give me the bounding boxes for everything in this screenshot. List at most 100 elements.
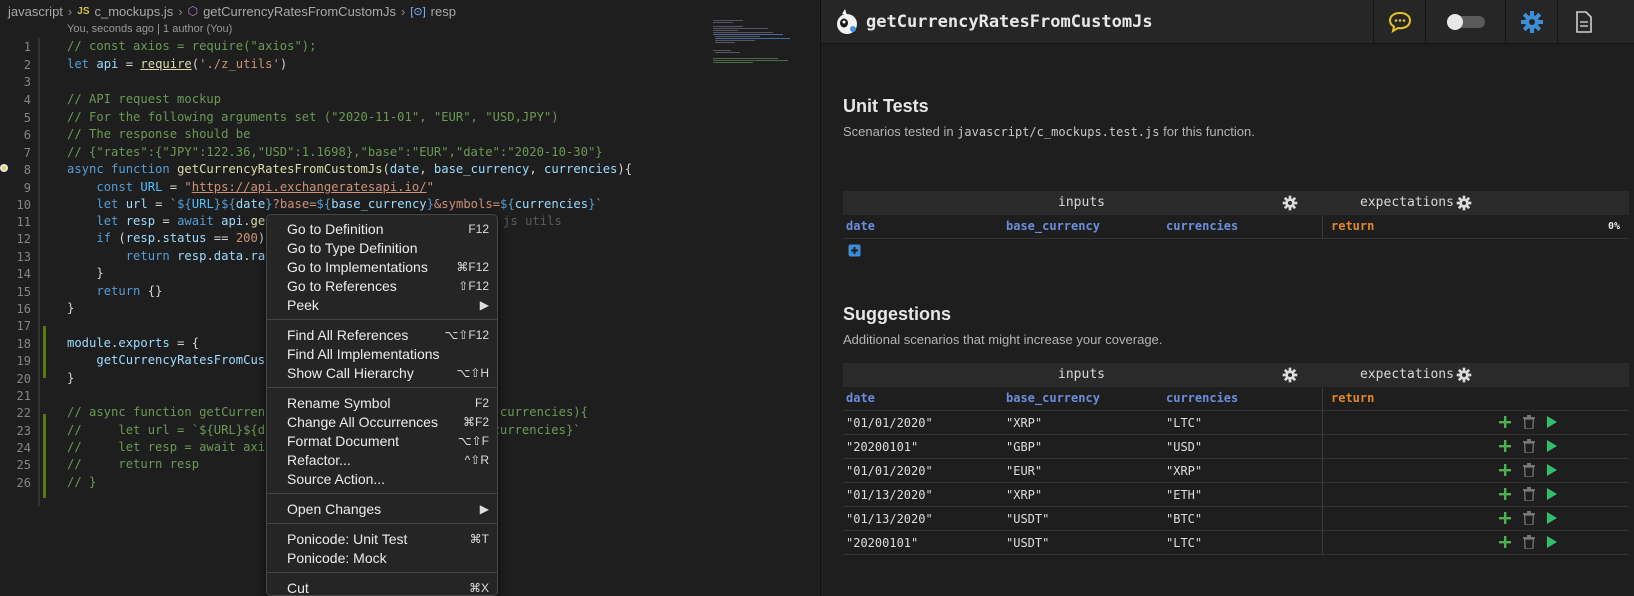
menu-item-rename-symbol[interactable]: Rename Symbol F2: [267, 393, 497, 412]
cell-date[interactable]: "01/01/2020": [846, 416, 933, 430]
code-line-5[interactable]: // For the following arguments set ("202…: [67, 110, 559, 124]
column-headers: date base_currency currencies return 0%: [843, 215, 1629, 239]
menu-item-source-action[interactable]: Source Action...: [267, 469, 497, 488]
code-line-12[interactable]: if (resp.status == 200){: [67, 231, 272, 245]
codelens-git-blame[interactable]: You, seconds ago | 1 author (You): [67, 23, 232, 35]
add-scenario-icon[interactable]: [1498, 463, 1512, 477]
cell-date[interactable]: "01/13/2020": [846, 488, 933, 502]
panel-title: getCurrencyRatesFromCustomJs: [866, 11, 1153, 32]
menu-item-open-changes[interactable]: Open Changes ▶: [267, 499, 497, 518]
cell-currencies[interactable]: "XRP": [1166, 464, 1202, 478]
menu-item-go-to-type-definition[interactable]: Go to Type Definition: [267, 238, 497, 257]
cell-date[interactable]: "20200101": [846, 536, 918, 550]
cell-base-currency[interactable]: "EUR": [1006, 464, 1042, 478]
add-scenario-icon[interactable]: [1498, 487, 1512, 501]
menu-item-go-to-definition[interactable]: Go to Definition F12: [267, 219, 497, 238]
add-scenario-icon[interactable]: [1498, 439, 1512, 453]
code-line-10[interactable]: let url = `${URL}${date}?base=${base_cur…: [67, 197, 602, 211]
suggestions-table: inputs expectations date base_currency c…: [843, 363, 1629, 555]
cell-base-currency[interactable]: "GBP": [1006, 440, 1042, 454]
add-scenario-icon[interactable]: [1498, 511, 1512, 525]
menu-item-format-document[interactable]: Format Document ⌥⇧F: [267, 431, 497, 450]
menu-item-peek[interactable]: Peek ▶: [267, 295, 497, 314]
menu-item-ponicode-mock[interactable]: Ponicode: Mock: [267, 548, 497, 567]
menu-item-refactor[interactable]: Refactor... ^⇧R: [267, 450, 497, 469]
code-line-19[interactable]: getCurrencyRatesFromCust: [67, 353, 272, 367]
chat-bubble-icon: [1388, 11, 1411, 33]
cell-currencies[interactable]: "LTC": [1166, 416, 1202, 430]
gear-icon[interactable]: [1456, 195, 1472, 211]
menu-item-show-call-hierarchy[interactable]: Show Call Hierarchy ⌥⇧H: [267, 363, 497, 382]
test-file-path[interactable]: javascript/c_mockups.test.js: [957, 125, 1159, 139]
trash-icon[interactable]: [1523, 511, 1535, 525]
trash-icon[interactable]: [1523, 535, 1535, 549]
menu-item-ponicode-unit-test[interactable]: Ponicode: Unit Test ⌘T: [267, 529, 497, 548]
cell-date[interactable]: "20200101": [846, 440, 918, 454]
cell-currencies[interactable]: "ETH": [1166, 488, 1202, 502]
menu-item-go-to-implementations[interactable]: Go to Implementations ⌘F12: [267, 257, 497, 276]
gear-icon[interactable]: [1456, 367, 1472, 383]
code-line-13[interactable]: return resp.data.rat: [67, 249, 273, 263]
gear-icon[interactable]: [1282, 367, 1298, 383]
add-scenario-icon[interactable]: [1498, 535, 1512, 549]
code-line-20[interactable]: }: [67, 371, 74, 385]
play-icon[interactable]: [1546, 463, 1558, 477]
cell-base-currency[interactable]: "USDT": [1006, 536, 1049, 550]
play-icon[interactable]: [1546, 487, 1558, 501]
code-line-15[interactable]: return {}: [67, 284, 162, 298]
line-number: 14: [16, 267, 31, 281]
menu-item-change-all-occurrences[interactable]: Change All Occurrences ⌘F2: [267, 412, 497, 431]
breadcrumb-folder[interactable]: javascript: [8, 4, 63, 19]
ponicode-gutter-icon[interactable]: [0, 160, 10, 174]
trash-icon[interactable]: [1523, 439, 1535, 453]
cell-base-currency[interactable]: "XRP": [1006, 416, 1042, 430]
cell-currencies[interactable]: "LTC": [1166, 536, 1202, 550]
code-line-26[interactable]: // }: [67, 475, 96, 489]
code-line-25[interactable]: // return resp: [67, 457, 199, 471]
breadcrumb-variable[interactable]: resp: [431, 4, 456, 19]
code-line-8[interactable]: async function getCurrencyRatesFromCusto…: [67, 162, 632, 176]
code-line-4[interactable]: // API request mockup: [67, 92, 221, 106]
code-line-2[interactable]: let api = require('./z_utils'): [67, 57, 287, 71]
code-line-18[interactable]: module.exports = {: [67, 336, 199, 350]
code-line-14[interactable]: }: [67, 266, 103, 280]
code-line-24[interactable]: // let resp = await axio: [67, 440, 272, 454]
menu-item-cut[interactable]: Cut ⌘X: [267, 578, 497, 596]
trash-icon[interactable]: [1523, 487, 1535, 501]
mode-toggle[interactable]: [1425, 0, 1505, 44]
code-line-16[interactable]: }: [67, 301, 74, 315]
cell-date[interactable]: "01/01/2020": [846, 464, 933, 478]
code-editor[interactable]: javascript › JS c_mockups.js › ⬡ getCurr…: [0, 0, 805, 596]
menu-item-go-to-references[interactable]: Go to References ⇧F12: [267, 276, 497, 295]
document-icon: [1575, 11, 1592, 33]
add-scenario-icon[interactable]: [1498, 415, 1512, 429]
menu-item-label: Find All References: [287, 326, 409, 343]
minimap[interactable]: [713, 18, 798, 78]
code-line-11[interactable]: let resp = await api.get: [67, 214, 272, 228]
play-icon[interactable]: [1546, 511, 1558, 525]
play-icon[interactable]: [1546, 415, 1558, 429]
code-line-9[interactable]: const URL = "https://api.exchangeratesap…: [67, 180, 434, 194]
trash-icon[interactable]: [1523, 463, 1535, 477]
line-number: 4: [23, 93, 31, 107]
code-line-1[interactable]: // const axios = require("axios");: [67, 39, 316, 53]
settings-button[interactable]: [1505, 0, 1557, 44]
menu-item-find-all-references[interactable]: Find All References ⌥⇧F12: [267, 325, 497, 344]
gear-icon[interactable]: [1282, 195, 1298, 211]
play-icon[interactable]: [1546, 439, 1558, 453]
cell-base-currency[interactable]: "USDT": [1006, 512, 1049, 526]
code-line-6[interactable]: // The response should be: [67, 127, 250, 141]
trash-icon[interactable]: [1523, 415, 1535, 429]
breadcrumb-function[interactable]: getCurrencyRatesFromCustomJs: [203, 4, 396, 19]
add-test-icon[interactable]: [848, 244, 861, 257]
cell-currencies[interactable]: "BTC": [1166, 512, 1202, 526]
cell-base-currency[interactable]: "XRP": [1006, 488, 1042, 502]
feedback-button[interactable]: [1373, 0, 1425, 44]
breadcrumb-file[interactable]: c_mockups.js: [95, 4, 174, 19]
cell-date[interactable]: "01/13/2020": [846, 512, 933, 526]
menu-item-find-all-implementations[interactable]: Find All Implementations: [267, 344, 497, 363]
cell-currencies[interactable]: "USD": [1166, 440, 1202, 454]
play-icon[interactable]: [1546, 535, 1558, 549]
code-line-7[interactable]: // {"rates":{"JPY":122.36,"USD":1.1698},…: [67, 145, 603, 159]
open-test-file-button[interactable]: [1557, 0, 1609, 44]
